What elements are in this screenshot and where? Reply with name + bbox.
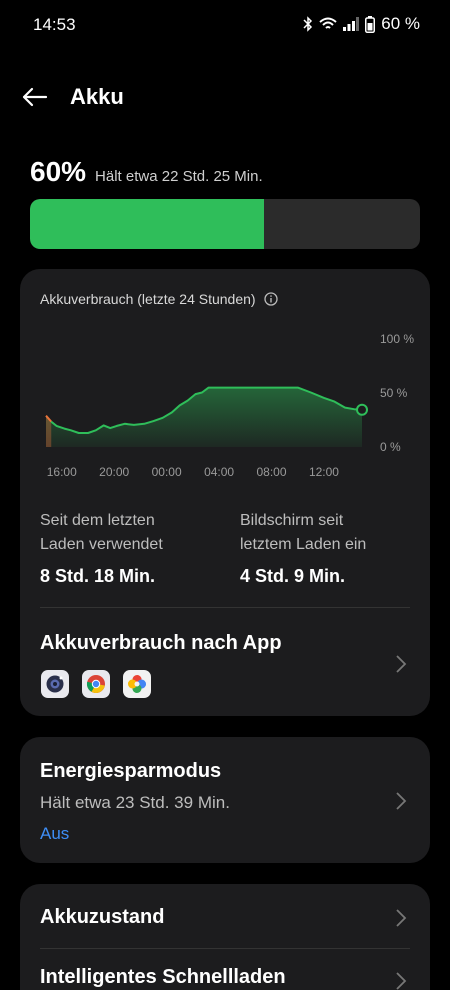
- camera-app-icon: [41, 670, 69, 698]
- battery-usage-chart[interactable]: 100 % 50 % 0 % 16:00 20:00 00:00 04:00 08:00 12:…: [20, 269, 430, 489]
- battery-percent: 60%: [30, 156, 87, 187]
- battery-health-row[interactable]: Akkuzustand: [20, 884, 430, 948]
- bluetooth-icon: [303, 16, 313, 32]
- chevron-right-icon: [396, 655, 407, 673]
- battery-health-title: Akkuzustand: [40, 906, 165, 928]
- x-tick-label: 00:00: [152, 465, 182, 479]
- stat-label-line2: Laden verwendet: [40, 536, 163, 553]
- power-saving-status[interactable]: Aus: [40, 824, 69, 844]
- battery-level-bar: [30, 199, 420, 249]
- power-saving-title: Energiesparmodus: [40, 760, 222, 782]
- stat-label-line1: Seit dem letzten: [40, 512, 155, 529]
- page-title: Akku: [70, 84, 124, 109]
- app-usage-title: Akkuverbrauch nach App: [40, 632, 282, 654]
- stat-value: 4 Std. 9 Min.: [240, 566, 346, 586]
- x-tick-label: 20:00: [99, 465, 129, 479]
- y-tick-label: 50 %: [380, 386, 408, 400]
- status-icons: 60 %: [303, 14, 420, 34]
- x-tick-label: 16:00: [47, 465, 77, 479]
- x-tick-label: 04:00: [204, 465, 234, 479]
- photos-app-icon: [123, 670, 151, 698]
- stat-value: 8 Std. 18 Min.: [40, 566, 156, 586]
- signal-icon: [343, 17, 360, 31]
- back-button[interactable]: [18, 82, 52, 112]
- x-tick-label: 12:00: [309, 465, 339, 479]
- battery-icon: [365, 15, 376, 33]
- battery-summary: 60% Hält etwa 22 Std. 25 Min.: [30, 156, 263, 188]
- battery-settings-card: Akkuzustand Intelligentes Schnellladen: [20, 884, 430, 990]
- stat-since-charge: Seit dem letzten Laden verwendet 8 Std. …: [40, 509, 220, 587]
- chevron-right-icon: [396, 972, 407, 990]
- chevron-right-icon: [396, 792, 407, 810]
- wifi-icon: [319, 17, 337, 31]
- power-saving-estimate: Hält etwa 23 Std. 39 Min.: [40, 793, 230, 812]
- chart-area: [46, 387, 362, 447]
- back-arrow-icon: [22, 87, 48, 107]
- stat-screen-on: Bildschirm seit letztem Laden ein 4 Std.…: [240, 509, 420, 587]
- battery-level-fill: [30, 199, 264, 249]
- battery-estimate: Hält etwa 22 Std. 25 Min.: [95, 168, 263, 185]
- chrome-app-icon: [82, 670, 110, 698]
- y-tick-label: 100 %: [380, 332, 414, 346]
- app-usage-row[interactable]: Akkuverbrauch nach App: [20, 608, 430, 716]
- stat-label-line2: letztem Laden ein: [240, 536, 367, 553]
- fast-charging-title: Intelligentes Schnellladen: [40, 966, 286, 988]
- chart-current-point: [356, 403, 368, 416]
- y-tick-label: 0 %: [380, 440, 401, 454]
- power-saving-card[interactable]: Energiesparmodus Hält etwa 23 Std. 39 Mi…: [20, 737, 430, 863]
- status-time: 14:53: [33, 15, 76, 34]
- battery-usage-card: Akkuverbrauch (letzte 24 Stunden) 100 % 5…: [20, 269, 430, 716]
- app-bar: Akku: [0, 70, 450, 124]
- status-bar: 14:53 60 %: [0, 0, 450, 50]
- stat-label-line1: Bildschirm seit: [240, 512, 344, 529]
- fast-charging-row[interactable]: Intelligentes Schnellladen: [20, 949, 430, 990]
- chevron-right-icon: [396, 909, 407, 927]
- x-tick-label: 08:00: [257, 465, 287, 479]
- status-battery-text: 60 %: [381, 14, 420, 33]
